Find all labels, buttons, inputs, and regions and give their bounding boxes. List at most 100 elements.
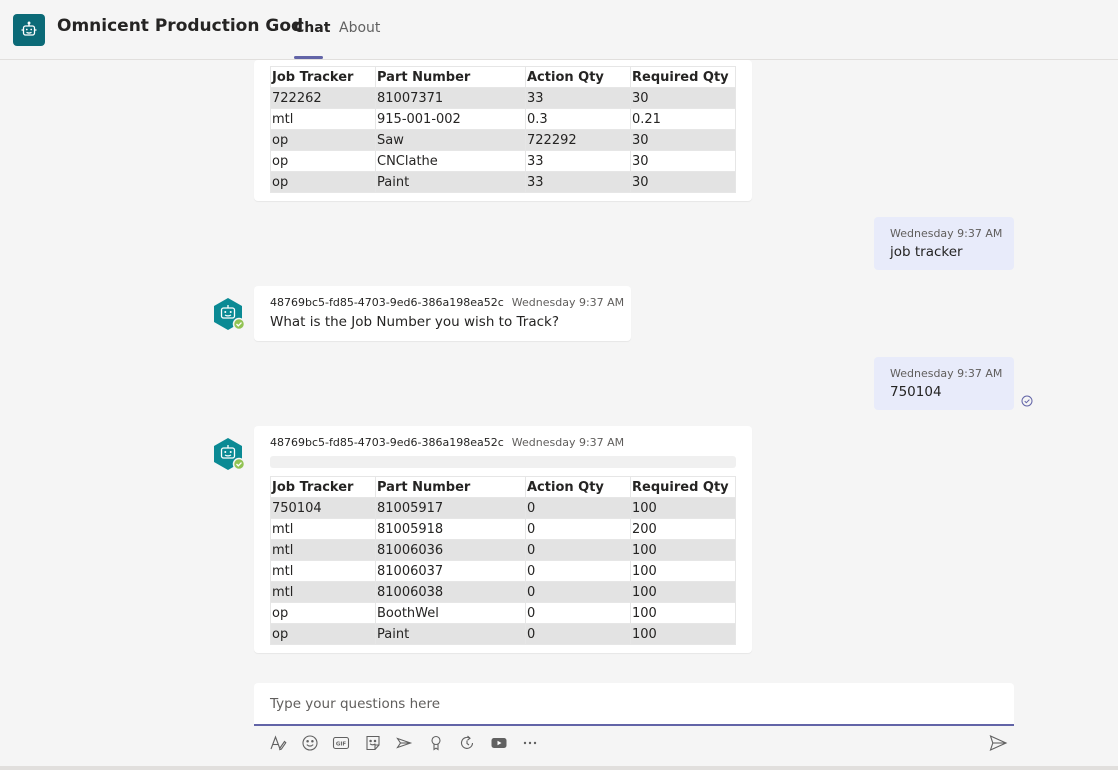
active-tab-indicator [294, 56, 323, 59]
table-cell: 81006037 [375, 560, 526, 582]
compose-toolbar: GIF [268, 733, 552, 753]
table-cell: 33 [525, 87, 631, 109]
job-tracker-table: Job Tracker Part Number Action Qty Requi… [270, 476, 736, 645]
table-cell: 0 [525, 539, 631, 561]
emoji-icon[interactable] [300, 733, 320, 753]
table-cell: mtl [270, 108, 376, 130]
table-cell: mtl [270, 560, 376, 582]
table-header-row: Job Tracker Part Number Action Qty Requi… [270, 476, 736, 498]
user-message: Wednesday 9:37 AM 750104 [874, 357, 1014, 410]
sent-check-icon [1021, 395, 1033, 407]
table-row: op Paint 0 100 [270, 623, 736, 645]
table-cell: Saw [375, 129, 526, 151]
table-row: op BoothWel 0 100 [270, 602, 736, 624]
table-row: 722262 81007371 33 30 [270, 87, 736, 109]
bot-message: 48769bc5-fd85-4703-9ed6-386a198ea52c Wedn… [254, 286, 631, 341]
table-cell: 100 [630, 602, 736, 624]
table-cell: 81006038 [375, 581, 526, 603]
table-cell: op [270, 623, 376, 645]
praise-icon[interactable] [426, 733, 446, 753]
table-cell: mtl [270, 581, 376, 603]
table-cell: 33 [525, 171, 631, 193]
table-cell: 0 [525, 497, 631, 519]
table-cell: 81005918 [375, 518, 526, 540]
column-header: Job Tracker [270, 66, 376, 88]
window-bottom-edge [0, 766, 1118, 770]
message-text: job tracker [890, 244, 963, 260]
column-header: Action Qty [525, 66, 631, 88]
sender-name: 48769bc5-fd85-4703-9ed6-386a198ea52c [270, 436, 504, 449]
message-header: 48769bc5-fd85-4703-9ed6-386a198ea52c Wedn… [270, 296, 624, 309]
bot-message-table: Job Tracker Part Number Action Qty Requi… [254, 60, 752, 201]
format-icon[interactable] [268, 733, 288, 753]
table-row: mtl 81006037 0 100 [270, 560, 736, 582]
bot-app-icon [13, 14, 45, 46]
tab-about[interactable]: About [339, 20, 380, 36]
table-cell: Paint [375, 171, 526, 193]
table-cell: 30 [630, 171, 736, 193]
table-cell: 30 [630, 150, 736, 172]
bot-avatar[interactable] [210, 436, 246, 472]
table-row: mtl 81005918 0 200 [270, 518, 736, 540]
table-cell: 81006036 [375, 539, 526, 561]
message-timestamp: Wednesday 9:37 AM [890, 227, 1003, 240]
stream-icon[interactable] [489, 733, 509, 753]
column-header: Job Tracker [270, 476, 376, 498]
meet-now-icon[interactable] [394, 733, 414, 753]
table-row: 750104 81005917 0 100 [270, 497, 736, 519]
tab-chat[interactable]: Chat [294, 20, 330, 36]
table-cell: 0 [525, 560, 631, 582]
app-header: Omnicent Production God Chat About [0, 0, 1118, 60]
job-tracker-table: Job Tracker Part Number Action Qty Requi… [270, 66, 736, 193]
compose-box[interactable]: Type your questions here [254, 683, 1014, 726]
table-cell: 81007371 [375, 87, 526, 109]
table-cell: Paint [375, 623, 526, 645]
message-input[interactable]: Type your questions here [270, 696, 440, 712]
table-cell: BoothWel [375, 602, 526, 624]
column-header: Required Qty [630, 476, 736, 498]
table-row: op Saw 722292 30 [270, 129, 736, 151]
sender-name: 48769bc5-fd85-4703-9ed6-386a198ea52c [270, 296, 504, 309]
table-cell: 0 [525, 623, 631, 645]
table-cell: 915-001-002 [375, 108, 526, 130]
table-row: op Paint 33 30 [270, 171, 736, 193]
column-header: Part Number [375, 476, 526, 498]
table-cell: 30 [630, 87, 736, 109]
table-cell: 750104 [270, 497, 376, 519]
bot-avatar[interactable] [210, 296, 246, 332]
column-header: Required Qty [630, 66, 736, 88]
message-text: What is the Job Number you wish to Track… [270, 314, 560, 330]
table-cell: op [270, 129, 376, 151]
table-cell: op [270, 150, 376, 172]
table-cell: mtl [270, 518, 376, 540]
message-timestamp: Wednesday 9:37 AM [890, 367, 1003, 380]
table-header-row: Job Tracker Part Number Action Qty Requi… [270, 66, 736, 88]
table-cell: 722292 [525, 129, 631, 151]
table-cell: 722262 [270, 87, 376, 109]
table-row: mtl 81006036 0 100 [270, 539, 736, 561]
bot-message-table: 48769bc5-fd85-4703-9ed6-386a198ea52c Wedn… [254, 426, 752, 653]
table-cell: CNClathe [375, 150, 526, 172]
table-row: mtl 915-001-002 0.3 0.21 [270, 108, 736, 130]
table-cell: 200 [630, 518, 736, 540]
table-cell: 0 [525, 518, 631, 540]
more-options-icon[interactable] [520, 733, 540, 753]
loop-icon[interactable] [457, 733, 477, 753]
send-icon[interactable] [988, 733, 1008, 753]
table-cell: op [270, 602, 376, 624]
table-cell: 0 [525, 581, 631, 603]
column-header: Part Number [375, 66, 526, 88]
message-header: 48769bc5-fd85-4703-9ed6-386a198ea52c Wedn… [270, 436, 624, 449]
table-cell: 81005917 [375, 497, 526, 519]
svg-text:GIF: GIF [336, 742, 347, 748]
table-cell: 0 [525, 602, 631, 624]
sticker-icon[interactable] [363, 733, 383, 753]
gif-icon[interactable]: GIF [331, 733, 351, 753]
message-timestamp: Wednesday 9:37 AM [511, 296, 625, 309]
table-row: op CNClathe 33 30 [270, 150, 736, 172]
table-cell: 100 [630, 581, 736, 603]
table-cell: 0.21 [630, 108, 736, 130]
table-cell: 30 [630, 129, 736, 151]
card-separator [270, 456, 736, 468]
message-timestamp: Wednesday 9:37 AM [511, 436, 625, 449]
